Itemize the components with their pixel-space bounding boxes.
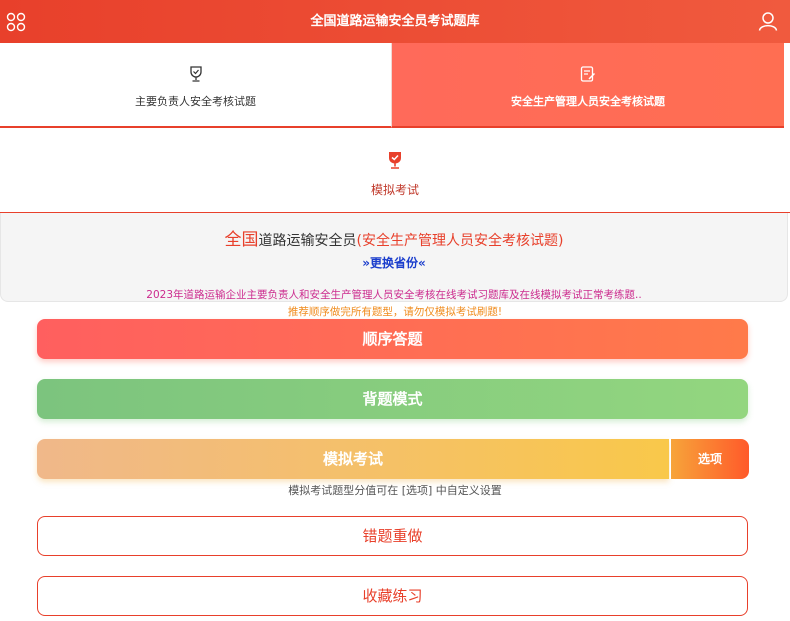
exam-edit-icon — [580, 66, 596, 82]
tab-safety-manager-exam[interactable]: 安全生产管理人员安全考核试题 — [392, 43, 784, 128]
page-title: 全国道路运输安全员考试题库 — [310, 14, 480, 29]
app-header: 全国道路运输安全员考试题库 — [0, 0, 790, 43]
exam-info-panel: 全国道路运输安全员(安全生产管理人员安全考核试题) »更换省份« 2023年道路… — [0, 213, 788, 302]
region-label: 全国 — [224, 230, 259, 250]
exam-info-title: 全国道路运输安全员(安全生产管理人员安全考核试题) — [1, 225, 787, 250]
tab-label: 安全生产管理人员安全考核试题 — [511, 95, 665, 108]
category-label: 道路运输安全员 — [258, 233, 357, 249]
wrong-questions-redo-button[interactable]: 错题重做 — [37, 516, 748, 556]
mock-exam-button[interactable]: 模拟考试 — [37, 439, 669, 479]
memorize-mode-button[interactable]: 背题模式 — [37, 379, 748, 419]
tab-label: 模拟考试 — [370, 183, 419, 197]
trophy-icon — [189, 66, 202, 82]
mock-options-button[interactable]: 选项 — [670, 439, 749, 479]
tab-principal-exam[interactable]: 主要负责人安全考核试题 — [0, 43, 392, 128]
trophy-icon — [389, 152, 401, 169]
sequential-practice-button[interactable]: 顺序答题 — [37, 319, 748, 359]
favorites-practice-button[interactable]: 收藏练习 — [37, 576, 748, 616]
practice-tip: 推荐顺序做完所有题型，请勿仅模拟考试刷题! — [287, 306, 503, 318]
mock-exam-note: 模拟考试题型分值可在 [选项] 中自定义设置 — [288, 484, 502, 497]
tab-label: 主要负责人安全考核试题 — [135, 95, 256, 108]
user-icon[interactable] — [758, 11, 778, 31]
tab-mock-exam[interactable]: 模拟考试 — [0, 128, 790, 213]
subject-label: (安全生产管理人员安全考核试题) — [356, 233, 564, 249]
exam-type-tabs: 主要负责人安全考核试题 安全生产管理人员安全考核试题 — [0, 43, 790, 128]
exam-notice: 2023年道路运输企业主要负责人和安全生产管理人员安全考核在线考试习题库及在线模… — [146, 289, 642, 301]
change-province-link[interactable]: »更换省份« — [1, 254, 787, 271]
